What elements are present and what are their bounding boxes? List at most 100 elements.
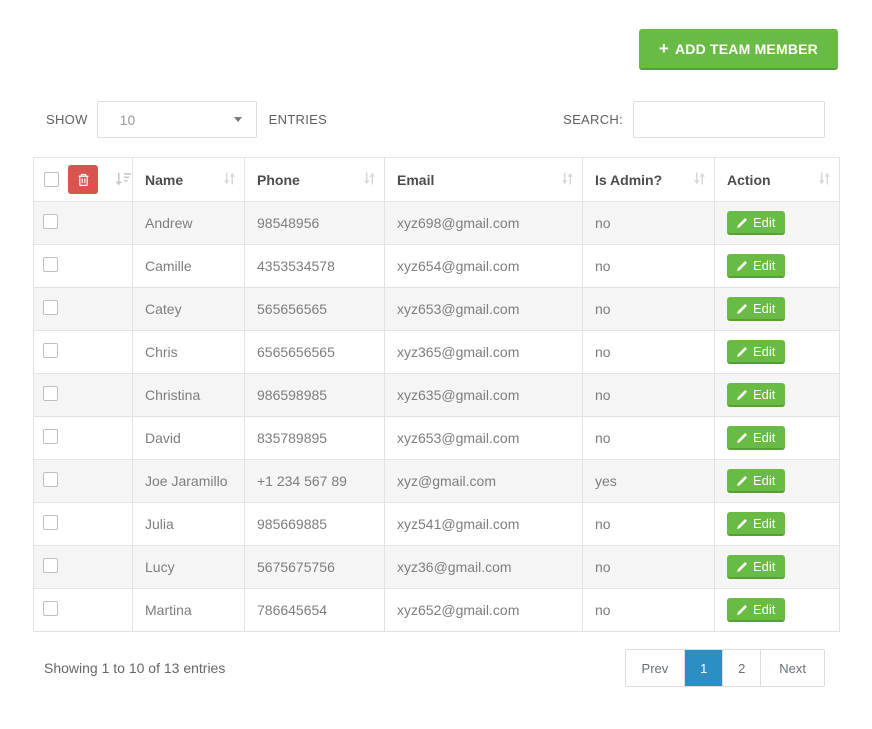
phone-cell: 565656565 bbox=[245, 288, 385, 331]
row-checkbox[interactable] bbox=[43, 386, 58, 401]
column-header-label: Phone bbox=[257, 172, 300, 188]
column-header-is-admin[interactable]: Is Admin? bbox=[583, 158, 715, 202]
next-page-button[interactable]: Next bbox=[760, 650, 824, 686]
edit-button[interactable]: Edit bbox=[727, 211, 785, 235]
phone-cell: 986598985 bbox=[245, 374, 385, 417]
prev-page-button[interactable]: Prev bbox=[626, 650, 685, 686]
edit-button[interactable]: Edit bbox=[727, 297, 785, 321]
select-all-checkbox[interactable] bbox=[44, 172, 59, 187]
table-row: Christina 986598985 xyz635@gmail.com no … bbox=[34, 374, 840, 417]
header-row: Name Phone bbox=[34, 158, 840, 202]
page-button[interactable]: 1 bbox=[684, 650, 722, 686]
row-checkbox[interactable] bbox=[43, 601, 58, 616]
delete-selected-button[interactable] bbox=[68, 165, 98, 194]
row-checkbox[interactable] bbox=[43, 472, 58, 487]
edit-button[interactable]: Edit bbox=[727, 383, 785, 407]
is-admin-cell: no bbox=[583, 374, 715, 417]
row-select-cell bbox=[34, 331, 133, 374]
email-cell: xyz653@gmail.com bbox=[385, 288, 583, 331]
add-team-member-button[interactable]: + ADD TEAM MEMBER bbox=[639, 29, 838, 70]
page-size-value: 10 bbox=[120, 112, 136, 128]
pencil-icon bbox=[736, 561, 748, 573]
action-cell: Edit bbox=[715, 546, 840, 589]
table-row: Catey 565656565 xyz653@gmail.com no Edit bbox=[34, 288, 840, 331]
name-cell: Joe Jaramillo bbox=[133, 460, 245, 503]
edit-button[interactable]: Edit bbox=[727, 512, 785, 536]
name-cell: Martina bbox=[133, 589, 245, 632]
page-size-select[interactable]: 10 bbox=[97, 101, 257, 138]
action-cell: Edit bbox=[715, 460, 840, 503]
table-row: Julia 985669885 xyz541@gmail.com no Edit bbox=[34, 503, 840, 546]
action-cell: Edit bbox=[715, 202, 840, 245]
edit-button-label: Edit bbox=[753, 602, 775, 617]
column-header-label: Email bbox=[397, 172, 434, 188]
email-cell: xyz36@gmail.com bbox=[385, 546, 583, 589]
team-members-page: + ADD TEAM MEMBER SHOW 10 ENTRIES SEARCH… bbox=[0, 0, 872, 729]
row-select-cell bbox=[34, 417, 133, 460]
row-checkbox[interactable] bbox=[43, 558, 58, 573]
table-row: Lucy 5675675756 xyz36@gmail.com no Edit bbox=[34, 546, 840, 589]
edit-button[interactable]: Edit bbox=[727, 469, 785, 493]
edit-button-label: Edit bbox=[753, 344, 775, 359]
sort-amount-icon[interactable] bbox=[115, 172, 132, 187]
row-checkbox[interactable] bbox=[43, 257, 58, 272]
edit-button[interactable]: Edit bbox=[727, 426, 785, 450]
row-checkbox[interactable] bbox=[43, 515, 58, 530]
team-table: Name Phone bbox=[33, 157, 840, 632]
pencil-icon bbox=[736, 389, 748, 401]
is-admin-cell: no bbox=[583, 331, 715, 374]
row-select-cell bbox=[34, 589, 133, 632]
table-row: Andrew 98548956 xyz698@gmail.com no Edit bbox=[34, 202, 840, 245]
row-checkbox[interactable] bbox=[43, 429, 58, 444]
is-admin-cell: no bbox=[583, 546, 715, 589]
email-cell: xyz635@gmail.com bbox=[385, 374, 583, 417]
edit-button-label: Edit bbox=[753, 387, 775, 402]
table-body: Andrew 98548956 xyz698@gmail.com no Edit… bbox=[34, 202, 840, 632]
column-header-phone[interactable]: Phone bbox=[245, 158, 385, 202]
action-cell: Edit bbox=[715, 503, 840, 546]
row-select-cell bbox=[34, 460, 133, 503]
edit-button[interactable]: Edit bbox=[727, 555, 785, 579]
phone-cell: 786645654 bbox=[245, 589, 385, 632]
edit-button[interactable]: Edit bbox=[727, 340, 785, 364]
edit-button[interactable]: Edit bbox=[727, 254, 785, 278]
is-admin-cell: no bbox=[583, 202, 715, 245]
is-admin-cell: yes bbox=[583, 460, 715, 503]
column-header-action[interactable]: Action bbox=[715, 158, 840, 202]
column-header-email[interactable]: Email bbox=[385, 158, 583, 202]
row-select-cell bbox=[34, 546, 133, 589]
edit-button-label: Edit bbox=[753, 473, 775, 488]
edit-button-label: Edit bbox=[753, 258, 775, 273]
sort-icon bbox=[818, 171, 831, 188]
page-button[interactable]: 2 bbox=[722, 650, 760, 686]
action-cell: Edit bbox=[715, 417, 840, 460]
edit-button[interactable]: Edit bbox=[727, 598, 785, 622]
row-checkbox[interactable] bbox=[43, 300, 58, 315]
phone-cell: +1 234 567 89 bbox=[245, 460, 385, 503]
table-row: David 835789895 xyz653@gmail.com no Edit bbox=[34, 417, 840, 460]
phone-cell: 835789895 bbox=[245, 417, 385, 460]
edit-button-label: Edit bbox=[753, 301, 775, 316]
email-cell: xyz541@gmail.com bbox=[385, 503, 583, 546]
is-admin-cell: no bbox=[583, 417, 715, 460]
table-row: Camille 4353534578 xyz654@gmail.com no E… bbox=[34, 245, 840, 288]
row-select-cell bbox=[34, 374, 133, 417]
edit-button-label: Edit bbox=[753, 559, 775, 574]
trash-icon bbox=[77, 173, 90, 187]
name-cell: Lucy bbox=[133, 546, 245, 589]
phone-cell: 5675675756 bbox=[245, 546, 385, 589]
is-admin-cell: no bbox=[583, 589, 715, 632]
column-header-label: Name bbox=[145, 172, 183, 188]
pencil-icon bbox=[736, 432, 748, 444]
name-cell: Catey bbox=[133, 288, 245, 331]
search-input[interactable] bbox=[633, 101, 825, 138]
row-checkbox[interactable] bbox=[43, 343, 58, 358]
team-table-wrap: Name Phone bbox=[33, 157, 839, 632]
row-select-cell bbox=[34, 245, 133, 288]
table-row: Martina 786645654 xyz652@gmail.com no Ed… bbox=[34, 589, 840, 632]
action-cell: Edit bbox=[715, 331, 840, 374]
row-checkbox[interactable] bbox=[43, 214, 58, 229]
column-header-name[interactable]: Name bbox=[133, 158, 245, 202]
plus-icon: + bbox=[659, 40, 669, 57]
action-cell: Edit bbox=[715, 374, 840, 417]
